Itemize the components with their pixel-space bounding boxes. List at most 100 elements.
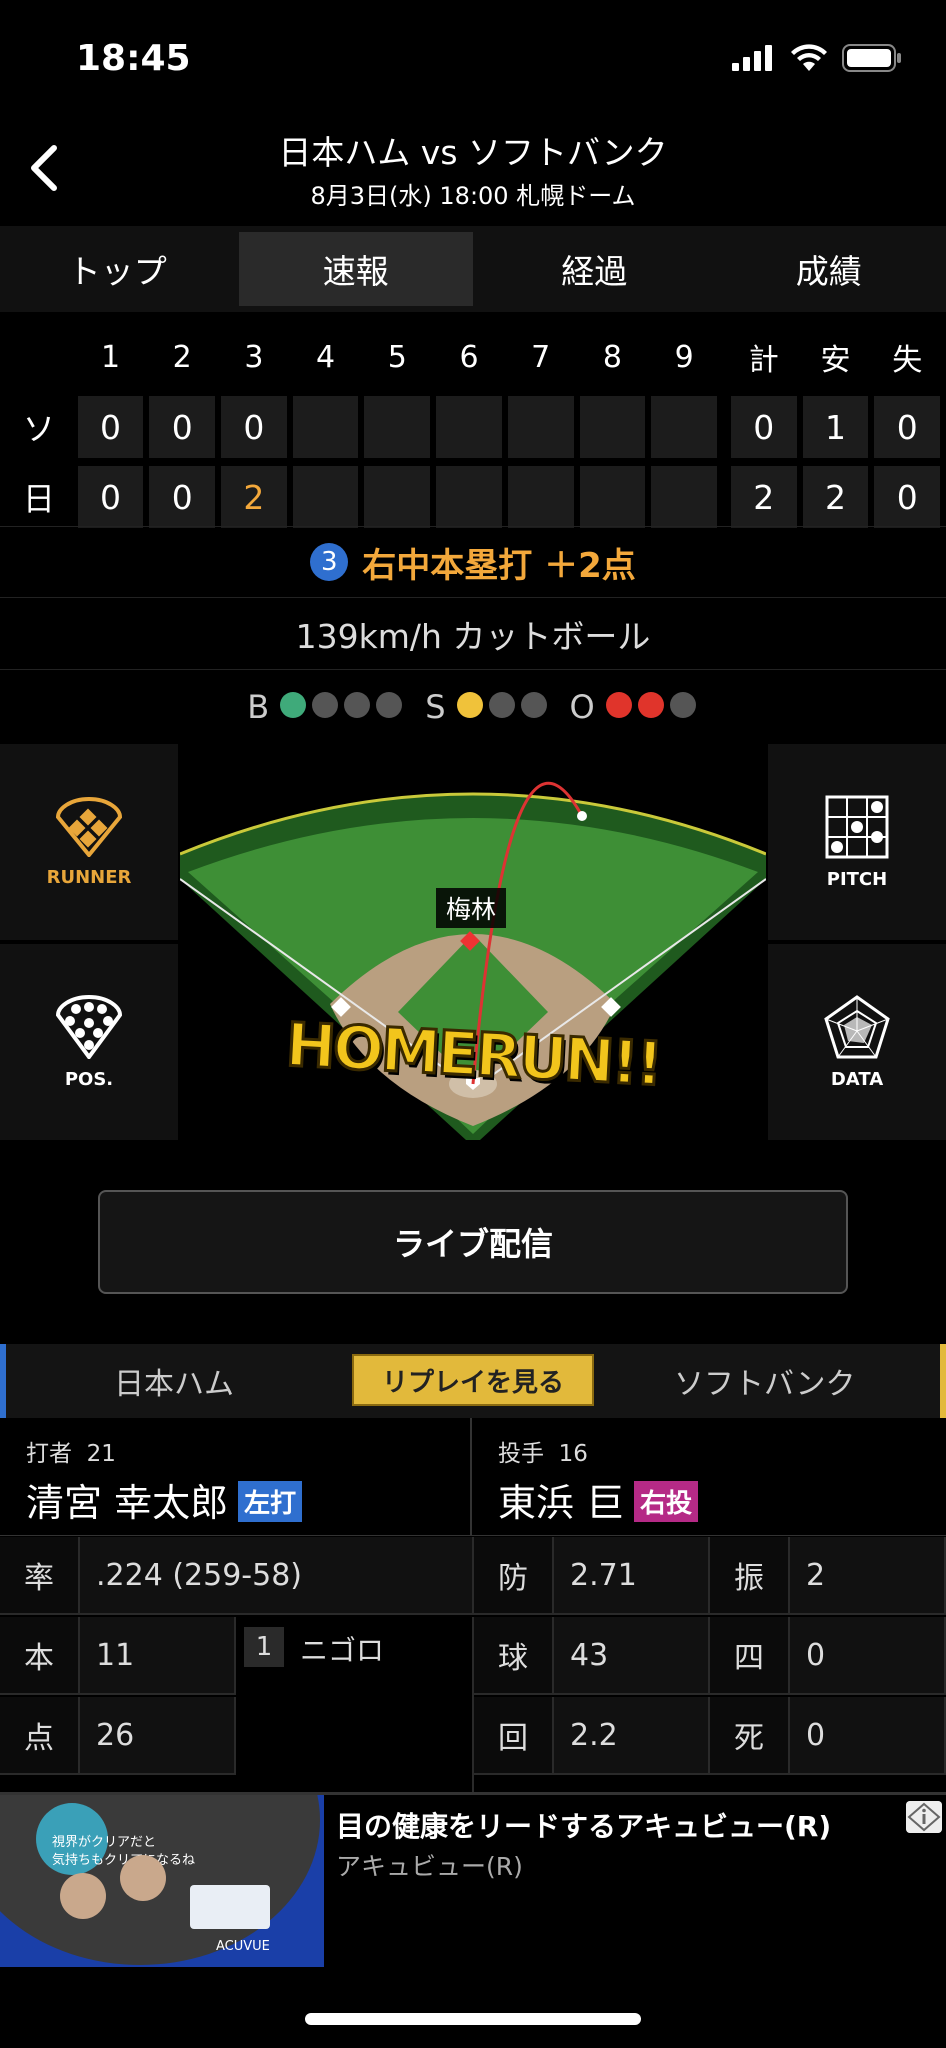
ball-dot	[344, 692, 371, 718]
inning-header: 8	[602, 339, 622, 375]
batter-name: 清宮 幸太郎	[26, 1481, 229, 1525]
hits-header: 安	[820, 343, 851, 378]
away-team-tab[interactable]: ソフトバンク	[674, 1359, 856, 1403]
stat-value-pitches: 43	[554, 1617, 710, 1695]
batter-role: 打者	[26, 1441, 72, 1467]
stat-label-pitches: 球	[474, 1617, 554, 1695]
ad-banner[interactable]: 視界がクリアだと 気持ちもクリアになるね ACUVUE 目の健康をリードするアキ…	[0, 1792, 946, 1967]
stat-label-bb: 四	[710, 1617, 790, 1695]
stat-label-hr: 本	[0, 1617, 80, 1695]
inning-badge: 3	[310, 543, 349, 581]
data-label: DATA	[830, 1068, 884, 1090]
wifi-icon	[791, 44, 827, 71]
total-errors: 0	[874, 396, 941, 458]
ball-dot	[312, 692, 339, 718]
ball-dot	[280, 692, 307, 718]
status-icons	[732, 44, 902, 72]
game-subtitle: 8月3日(水) 18:00 札幌ドーム	[310, 182, 636, 210]
pitcher-number: 16	[558, 1441, 588, 1467]
inning-header: 7	[531, 339, 551, 375]
stat-label-ip: 回	[474, 1697, 554, 1775]
inning-header: 2	[172, 339, 192, 375]
inning-score	[436, 396, 502, 458]
inning-score: 0	[221, 396, 287, 458]
total-runs: 0	[730, 396, 797, 458]
inning-score	[579, 466, 646, 528]
inning-score	[364, 466, 431, 528]
home-indicator[interactable]	[305, 2013, 641, 2025]
runner-button[interactable]: RUNNER	[0, 744, 178, 940]
inning-score: 0	[77, 466, 144, 528]
inning-header: 4	[316, 339, 336, 375]
at-bat-result: ニゴロ	[300, 1634, 385, 1667]
home-team-accent	[0, 1344, 6, 1418]
runs-header: 計	[748, 343, 779, 378]
errors-header: 失	[892, 343, 923, 378]
inning-score	[292, 466, 359, 528]
live-stream-button[interactable]: ライブ配信	[98, 1190, 848, 1294]
pitcher-name-label: 梅林	[436, 888, 507, 928]
tab-progress[interactable]: 経過	[477, 226, 712, 312]
away-team-accent	[940, 1344, 946, 1418]
inning-header: 1	[100, 339, 121, 375]
ad-sponsor: アキュビュー(R)	[336, 1852, 523, 1881]
status-bar: 18:45	[0, 0, 946, 120]
pitch-label: PITCH	[826, 868, 888, 890]
ball-dots	[277, 688, 405, 726]
stat-label-avg: 率	[0, 1537, 80, 1615]
tab-top[interactable]: トップ	[0, 226, 235, 312]
inning-score	[507, 466, 574, 528]
batter-number: 21	[86, 1441, 116, 1467]
home-team-tab[interactable]: 日本ハム	[114, 1359, 234, 1403]
tab-stats[interactable]: 成績	[712, 226, 946, 312]
position-button[interactable]: POS.	[0, 944, 178, 1140]
inning-score	[651, 466, 717, 528]
ball-dot	[376, 692, 403, 718]
at-bat-history: 1 ニゴロ	[236, 1617, 474, 1792]
battery-icon	[842, 44, 901, 72]
ad-info-icon[interactable]	[906, 1801, 942, 1833]
play-text: 右中本塁打 ＋2点	[362, 545, 636, 586]
ad-image[interactable]: 視界がクリアだと 気持ちもクリアになるね ACUVUE	[0, 1795, 324, 1967]
inning-header: 3	[244, 339, 264, 375]
position-label: POS.	[64, 1068, 114, 1090]
status-time: 18:45	[76, 38, 191, 79]
tab-live[interactable]: 速報	[238, 232, 473, 306]
total-errors: 0	[874, 466, 941, 528]
pitch-button[interactable]: PITCH	[768, 744, 946, 940]
ad-title[interactable]: 目の健康をリードするアキュビュー(R)	[336, 1805, 831, 1845]
out-dot	[605, 692, 632, 718]
out-dot	[637, 692, 664, 718]
field-area: RUNNER POS. PITCH DATA 梅林 HOMERUN!!	[0, 744, 946, 1140]
balls-label: B	[247, 688, 270, 726]
stat-value-avg: .224 (259-58)	[80, 1537, 474, 1615]
game-header: 日本ハム vs ソフトバンク 8月3日(水) 18:00 札幌ドーム	[0, 120, 946, 226]
runner-diamond-icon	[56, 796, 122, 857]
batter-hand-badge: 左打	[238, 1481, 303, 1522]
stat-value-ip: 2.2	[554, 1697, 710, 1775]
strike-dots	[454, 688, 550, 726]
scoreboard: 1 2 3 4 5 6 7 8 9 計 安 失 ソ 0 0 0 0 1 0 日 …	[0, 322, 946, 532]
strike-dot	[488, 692, 515, 718]
outs-label: O	[569, 688, 595, 726]
stat-value-bb: 0	[790, 1617, 946, 1695]
stat-label-era: 防	[474, 1537, 554, 1615]
cellular-signal-icon	[732, 45, 772, 71]
out-dot	[669, 692, 696, 718]
strikes-label: S	[425, 688, 446, 726]
inning-header: 5	[387, 339, 407, 375]
replay-button[interactable]: リプレイを見る	[352, 1354, 594, 1406]
stat-label-so: 振	[710, 1537, 790, 1615]
pitcher-card[interactable]: 投手 16 東浜 巨右投	[474, 1418, 946, 1536]
data-button[interactable]: DATA	[768, 944, 946, 1140]
batter-card[interactable]: 打者 21 清宮 幸太郎 左打	[0, 1418, 472, 1536]
stat-value-era: 2.71	[554, 1537, 710, 1615]
total-hits: 1	[802, 396, 869, 458]
stat-label-hbp: 死	[710, 1697, 790, 1775]
ad-image-caption-1: 視界がクリアだと	[52, 1835, 157, 1850]
scoreboard-row-away: ソ 0 0 0 0 1 0	[0, 392, 946, 462]
team-abbrev: 日	[22, 480, 55, 518]
strike-dot	[456, 692, 483, 718]
inning-score	[651, 396, 717, 458]
pitcher-role: 投手	[498, 1441, 544, 1467]
